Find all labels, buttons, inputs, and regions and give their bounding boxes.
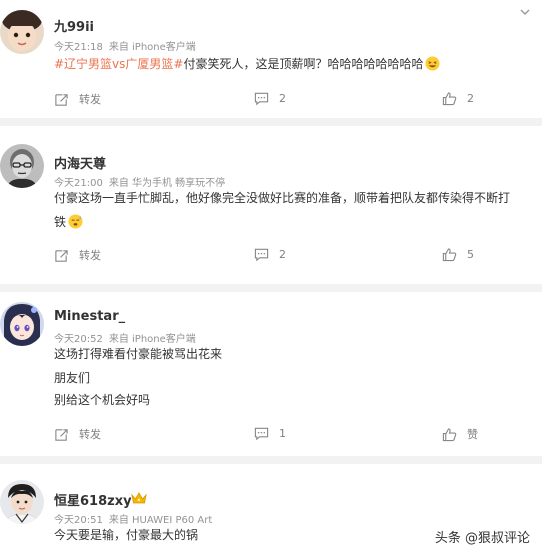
repost-label: 转发 <box>79 249 101 262</box>
comment-icon <box>254 426 269 441</box>
comment-text-line: 别给这个机会好吗 <box>54 393 151 407</box>
repost-button[interactable]: 转发 <box>54 426 101 442</box>
laughing-emoji-icon <box>425 56 441 71</box>
repost-button[interactable]: 转发 <box>54 91 101 107</box>
avatar[interactable] <box>0 480 44 524</box>
comment-meta: 今天20:52 来自 iPhone客户端 <box>54 330 202 345</box>
like-button[interactable]: 赞 <box>442 426 478 442</box>
comment-count: 1 <box>279 427 286 440</box>
comment-card: 九99ii 今天21:18 来自 iPhone客户端 #辽宁男篮vs广厦男篮#付豪… <box>0 0 542 118</box>
comment-meta: 今天21:18 来自 iPhone客户端 <box>54 38 202 53</box>
like-label: 赞 <box>467 428 478 441</box>
comment-text: #辽宁男篮vs广厦男篮#付豪笑死人，这是顶薪啊？哈哈哈哈哈哈哈哈 <box>54 54 441 74</box>
repost-button[interactable]: 转发 <box>54 247 101 263</box>
timestamp: 今天21:18 <box>54 42 103 53</box>
username[interactable]: 九99ii <box>54 16 94 35</box>
chevron-down-icon[interactable] <box>518 5 532 19</box>
comment-body: 付豪笑死人，这是顶薪啊？哈哈哈哈哈哈哈哈 <box>183 57 424 71</box>
avatar[interactable] <box>0 144 44 188</box>
comment-meta: 今天20:51 来自 HUAWEI P60 Art <box>54 511 218 526</box>
hashtag-link[interactable]: #辽宁男篮vs广厦男篮# <box>54 57 183 71</box>
comment-button[interactable]: 1 <box>254 426 286 441</box>
comment-card: 内海天尊 今天21:00 来自 华为手机 畅享玩不停 付豪这场一直手忙脚乱，他好像… <box>0 126 542 284</box>
comment-text-line: 今天要是输，付豪最大的锅 <box>54 528 199 542</box>
thumbs-up-icon <box>442 247 457 262</box>
avatar[interactable] <box>0 302 44 346</box>
comment-text-line: 这场打得难看付豪能被骂出花来 <box>54 347 223 361</box>
repost-label: 转发 <box>79 428 101 441</box>
repost-icon <box>54 427 69 442</box>
thumbs-up-icon <box>442 91 457 106</box>
comment-body: 铁 <box>54 215 67 229</box>
like-count: 5 <box>467 248 474 261</box>
username[interactable]: Minestar_ <box>54 309 125 324</box>
comment-icon <box>254 91 269 106</box>
comment-button[interactable]: 2 <box>254 247 286 262</box>
repost-icon <box>54 92 69 107</box>
source-client: 来自 iPhone客户端 <box>108 42 196 53</box>
comment-icon <box>254 247 269 262</box>
comment-card: Minestar_ 今天20:52 来自 iPhone客户端 这场打得难看付豪能被… <box>0 292 542 456</box>
like-count: 2 <box>467 92 474 105</box>
sweat-emoji-icon <box>68 214 83 229</box>
watermark: 头条 @狠叔评论 <box>434 531 530 546</box>
repost-icon <box>54 248 69 263</box>
avatar[interactable] <box>0 10 44 54</box>
repost-label: 转发 <box>79 93 101 106</box>
username[interactable]: 恒星618zxy <box>54 490 132 509</box>
comment-count: 2 <box>279 248 286 261</box>
crown-icon <box>131 491 147 505</box>
comment-text-line: 铁 <box>54 212 83 232</box>
comment-text-line: 付豪这场一直手忙脚乱，他好像完全没做好比赛的准备，顺带着把队友都传染得不断打 <box>54 191 511 205</box>
like-button[interactable]: 2 <box>442 91 474 106</box>
thumbs-up-icon <box>442 427 457 442</box>
comment-button[interactable]: 2 <box>254 91 286 106</box>
comment-text-line: 朋友们 <box>54 371 91 385</box>
like-button[interactable]: 5 <box>442 247 474 262</box>
comment-count: 2 <box>279 92 286 105</box>
comment-meta: 今天21:00 来自 华为手机 畅享玩不停 <box>54 174 231 189</box>
username[interactable]: 内海天尊 <box>54 153 106 172</box>
